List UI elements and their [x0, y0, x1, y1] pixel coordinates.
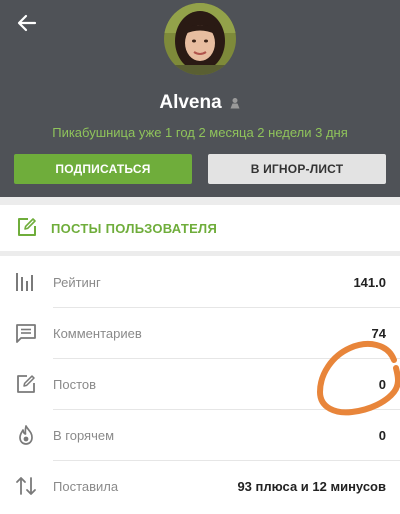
stats-list: Рейтинг 141.0 Комментариев 74 Постов 0 В…	[0, 256, 400, 514]
stat-value: 74	[371, 326, 386, 341]
user-posts-link[interactable]: ПОСТЫ ПОЛЬЗОВАТЕЛЯ	[0, 205, 400, 251]
stat-label: В горячем	[53, 428, 115, 443]
back-arrow-icon	[17, 14, 37, 32]
bar-chart-icon	[16, 273, 33, 291]
back-button[interactable]	[14, 10, 40, 36]
stat-value: 0	[378, 428, 386, 443]
stat-label: Рейтинг	[53, 275, 101, 290]
stat-label: Постов	[53, 377, 97, 392]
ignore-list-button[interactable]: В ИГНОР-ЛИСТ	[208, 154, 386, 184]
stat-value: 0	[378, 377, 386, 392]
username-row: Alvena	[0, 92, 400, 114]
avatar[interactable]	[164, 3, 236, 75]
stat-row-votes: Поставила 93 плюса и 12 минусов	[0, 460, 400, 511]
up-down-arrows-icon	[16, 477, 36, 495]
stat-row-posts: Постов 0	[0, 358, 400, 409]
user-posts-label: ПОСТЫ ПОЛЬЗОВАТЕЛЯ	[51, 221, 218, 236]
comment-icon	[16, 324, 36, 343]
stat-label: Комментариев	[53, 326, 142, 341]
stat-row-comments: Комментариев 74	[0, 307, 400, 358]
stat-row-rating: Рейтинг 141.0	[0, 256, 400, 307]
stat-label: Поставила	[53, 479, 119, 494]
tenure-text: Пикабушница уже 1 год 2 месяца 2 недели …	[52, 125, 348, 140]
flame-icon	[19, 425, 33, 445]
female-user-icon	[230, 98, 240, 109]
subscribe-button[interactable]: ПОДПИСАТЬСЯ	[14, 154, 192, 184]
stat-value: 93 плюса и 12 минусов	[237, 479, 386, 494]
username: Alvena	[159, 92, 222, 113]
edit-icon	[18, 218, 36, 236]
stat-value: 141.0	[353, 275, 386, 290]
edit-icon	[17, 375, 35, 393]
profile-header: Alvena Пикабушница уже 1 год 2 месяца 2 …	[0, 0, 400, 197]
stat-row-hot: В горячем 0	[0, 409, 400, 460]
